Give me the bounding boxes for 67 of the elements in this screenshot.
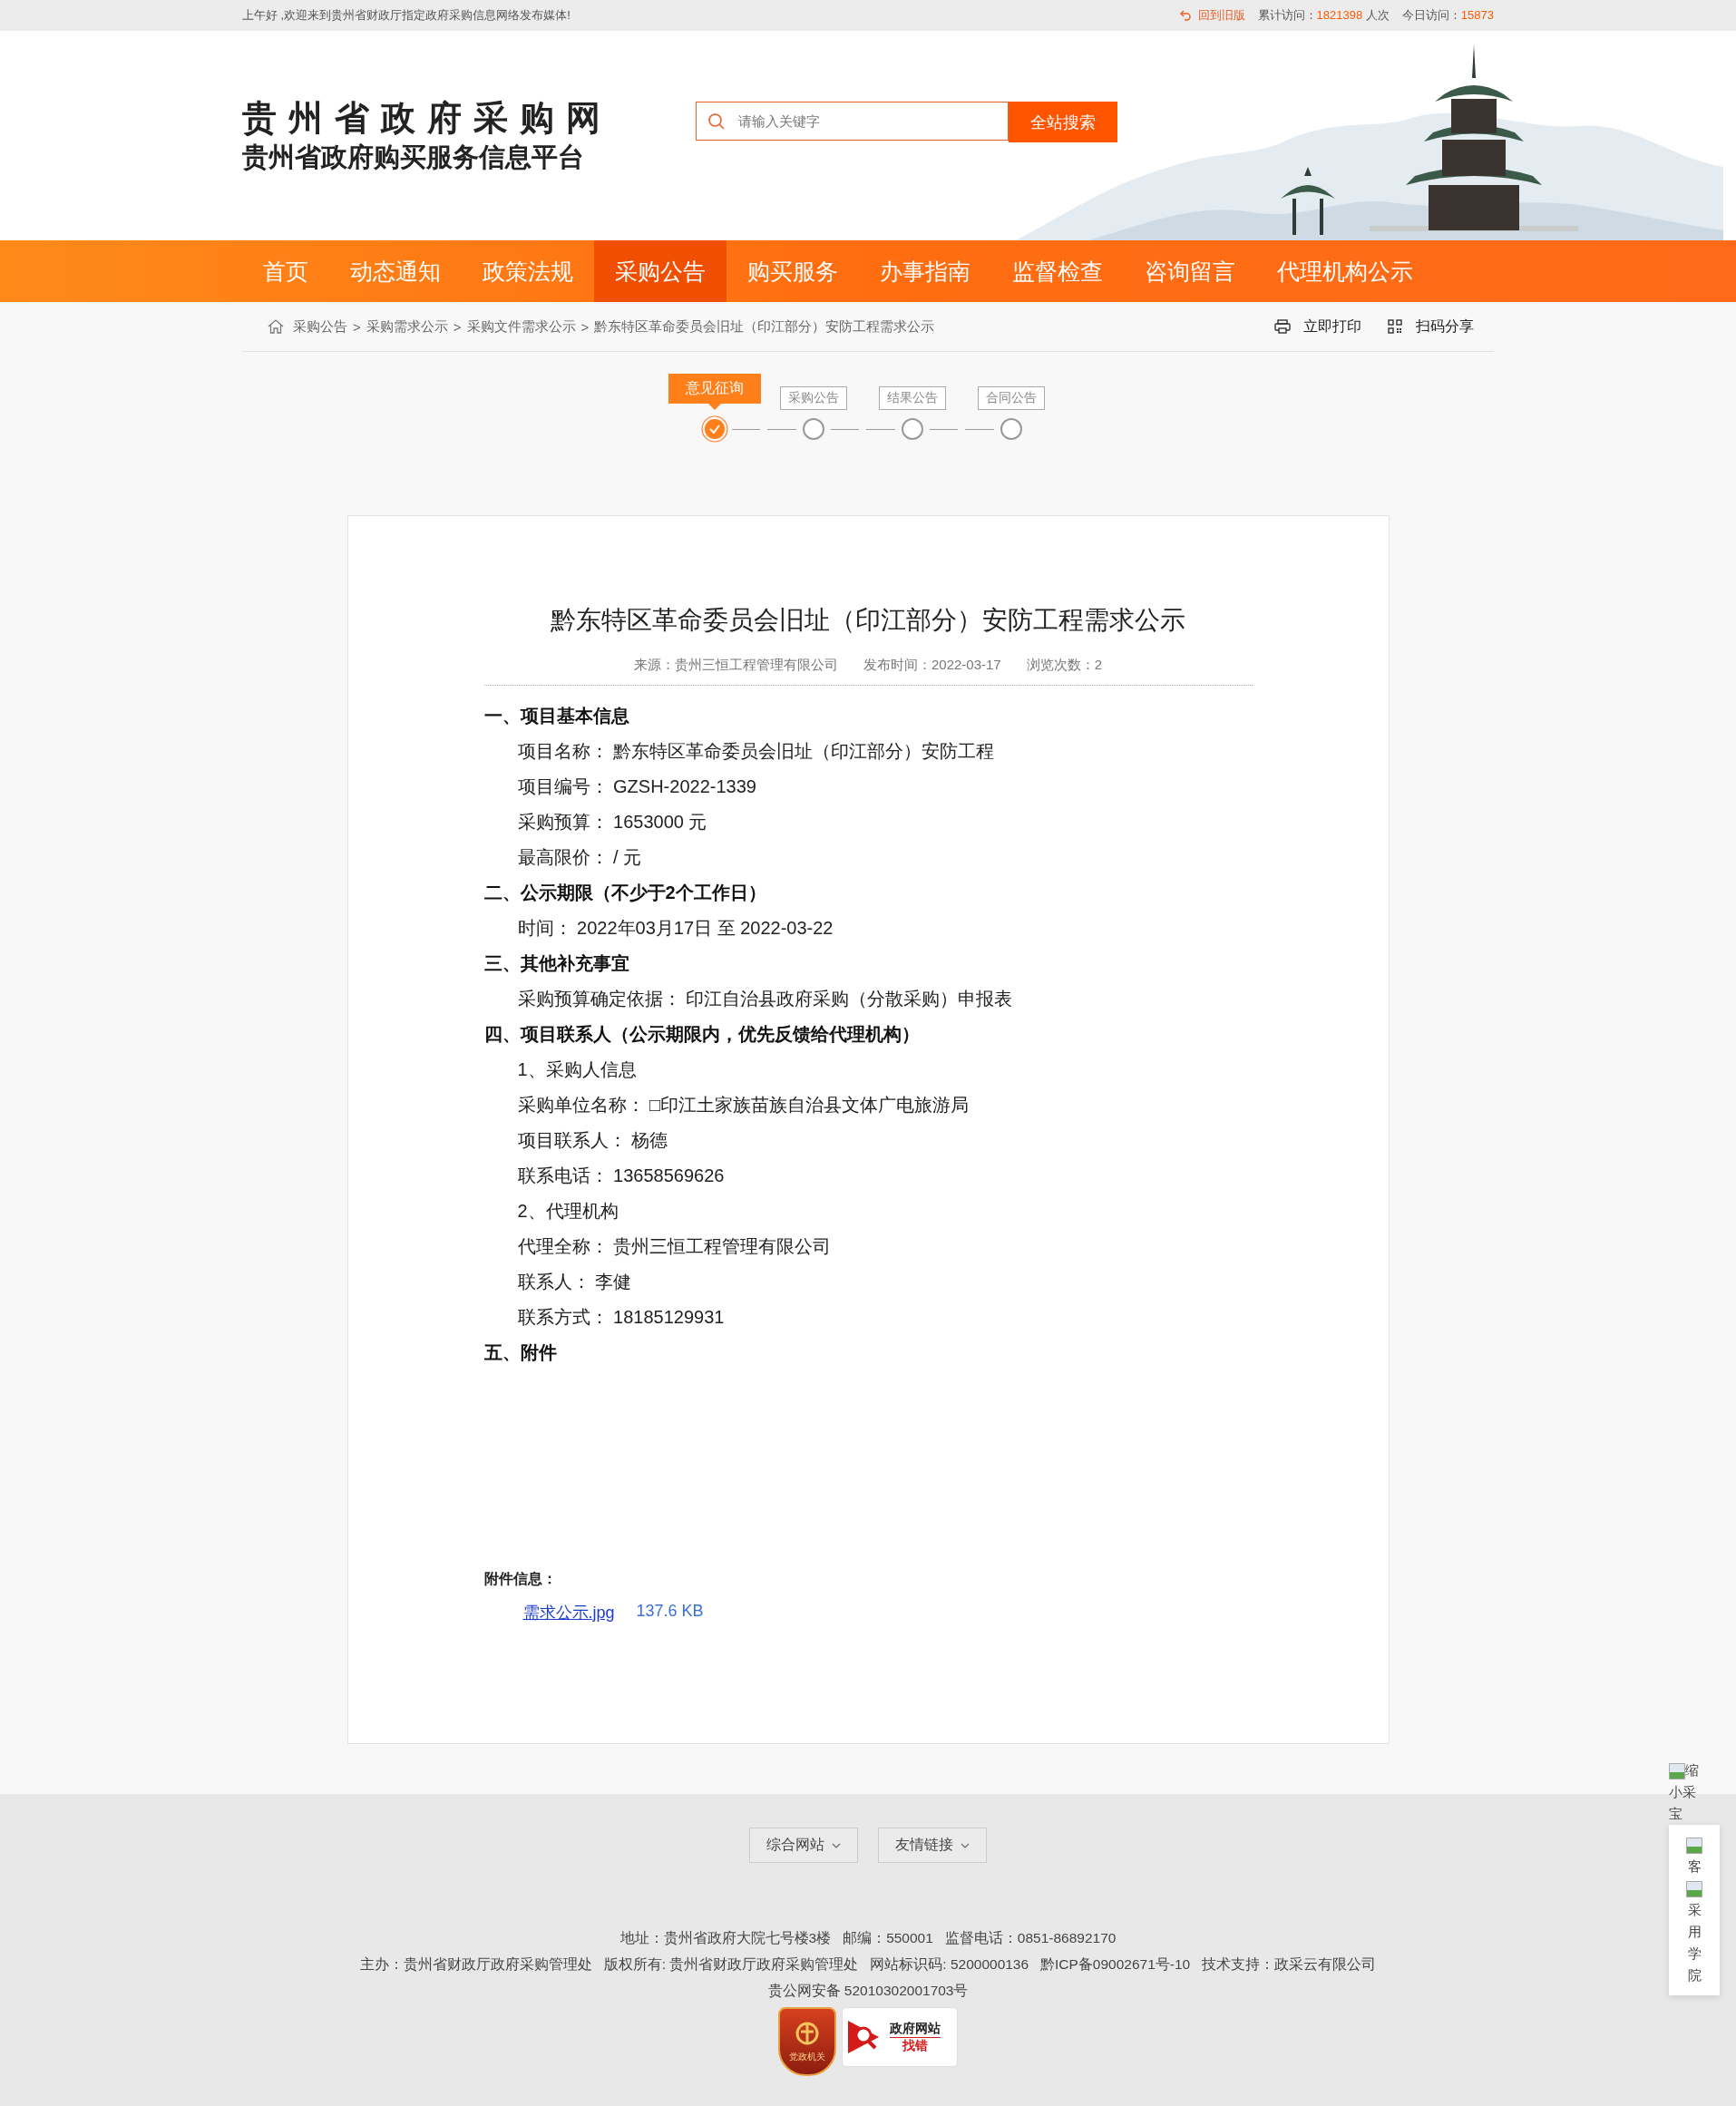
section-line: 联系电话： 13658569626 xyxy=(516,1165,726,1187)
greeting-text: 上午好 ,欢迎来到贵州省财政厅指定政府采购信息网络发布媒体! xyxy=(242,7,571,24)
party-badge[interactable]: 党政机关 xyxy=(778,2007,836,2076)
old-version-link[interactable]: 回到旧版 xyxy=(1179,7,1245,24)
section-heading: 五、附件 xyxy=(483,1341,558,1364)
section-line: 时间： 2022年03月17日 至 2022-03-22 xyxy=(516,917,834,940)
qr-code-icon xyxy=(1387,319,1403,334)
step-checked-icon xyxy=(700,415,728,443)
home-icon xyxy=(268,319,284,334)
side-widget-link[interactable]: 采用学院 xyxy=(1685,1877,1703,1986)
breadcrumb-link[interactable]: 采购文件需求公示 xyxy=(466,317,576,336)
caret-icon xyxy=(961,1842,970,1848)
footer-dropdown[interactable]: 友情链接 xyxy=(878,1828,987,1863)
pointer-icon xyxy=(707,404,721,410)
breadcrumb-link[interactable]: 采购需求公示 xyxy=(366,317,448,336)
section-line: 联系人： 李健 xyxy=(516,1271,633,1293)
action-link[interactable]: 扫码分享 xyxy=(1387,317,1474,336)
report-error-badge[interactable]: 政府网站 找错 xyxy=(842,2007,958,2067)
search-field[interactable]: 请输入关键字 xyxy=(696,102,1009,141)
breadcrumb-separator: > xyxy=(580,318,590,335)
section-line: 采购预算确定依据： 印江自治县政府采购（分散采购）申报表 xyxy=(516,988,1014,1010)
step-label: 结果公告 xyxy=(878,386,946,410)
attachment-size: 137.6 KB xyxy=(636,1602,704,1622)
side-widget-link[interactable]: 客 xyxy=(1685,1834,1703,1877)
footer-text: 主办：贵州省财政厅政府采购管理处 版权所有: 贵州省财政厅政府采购管理处 网站标识码: 5200000136 黔ICP备09002671号-10 技术支持：政采云有限公司 xyxy=(359,1955,1377,1974)
section-line: 采购单位名称： □印江土家族苗族自治县文体广电旅游局 xyxy=(516,1094,970,1116)
action-link[interactable]: 立即打印 xyxy=(1274,317,1361,336)
step-label: 采购公告 xyxy=(779,386,847,410)
footer-text: 贵公网安备 52010302001703号 xyxy=(766,1982,970,2000)
step-label: 意见征询 xyxy=(668,374,761,404)
breadcrumb-link[interactable]: 采购公告 xyxy=(293,317,347,336)
article-title: 黔东特区革命委员会旧址（印江部分）安防工程需求公示 xyxy=(550,605,1186,636)
breadcrumb-separator: > xyxy=(353,318,361,335)
total-visits-text: 累计访问：1821398 人次 xyxy=(1257,7,1390,24)
attachment-label: 附件信息： xyxy=(483,1570,558,1588)
section-line: 最高限价： / 元 xyxy=(516,846,643,869)
site-title: 贵州省政府采购网 xyxy=(242,97,613,139)
footer-dropdown[interactable]: 综合网站 xyxy=(749,1828,858,1863)
section-line: 项目编号： GZSH-2022-1339 xyxy=(516,775,757,798)
site-subtitle: 贵州省政府购买服务信息平台 xyxy=(242,141,585,173)
article-meta: 浏览次数：2 xyxy=(1026,657,1103,674)
section-line: 采购预算： 1653000 元 xyxy=(516,811,708,834)
breadcrumb-link[interactable]: 黔东特区革命委员会旧址（印江部分）安防工程需求公示 xyxy=(594,317,935,336)
section-line: 2、代理机构 xyxy=(516,1200,619,1223)
return-arrow-icon xyxy=(1179,10,1193,21)
section-line: 1、采购人信息 xyxy=(516,1058,638,1081)
attachment-link[interactable]: 需求公示.jpg xyxy=(522,1602,615,1623)
today-visits-text: 今日访问：15873 xyxy=(1401,7,1494,24)
section-line: 联系方式： 18185129931 xyxy=(516,1306,726,1329)
section-heading: 四、项目联系人（公示期限内，优先反馈给代理机构） xyxy=(483,1023,921,1046)
section-heading: 一、项目基本信息 xyxy=(483,705,630,727)
article-meta: 发布时间：2022-03-17 xyxy=(863,657,1001,674)
section-line: 项目名称： 黔东特区革命委员会旧址（印江部分）安防工程 xyxy=(516,740,996,763)
printer-icon xyxy=(1274,319,1291,334)
nav-tab[interactable]: 采购公告 xyxy=(594,240,727,302)
side-widget-link[interactable]: 缩小采宝 xyxy=(1669,1760,1705,1825)
section-line: 项目联系人： 杨德 xyxy=(516,1129,669,1152)
section-line: 代理全称： 贵州三恒工程管理有限公司 xyxy=(516,1235,833,1258)
step-label: 合同公告 xyxy=(977,386,1045,410)
breadcrumb-separator: > xyxy=(453,318,462,335)
search-icon xyxy=(707,112,726,131)
section-heading: 三、其他补充事宜 xyxy=(483,952,630,975)
search-button[interactable]: 全站搜索 xyxy=(1009,102,1117,142)
footer-text: 地址：贵州省政府大院七号楼3楼 邮编：550001 监督电话：0851-86892170 xyxy=(619,1929,1117,1947)
section-heading: 二、公示期限（不少于2个工作日） xyxy=(483,882,767,904)
article-meta: 来源：贵州三恒工程管理有限公司 xyxy=(633,657,838,674)
caret-icon xyxy=(832,1842,841,1848)
